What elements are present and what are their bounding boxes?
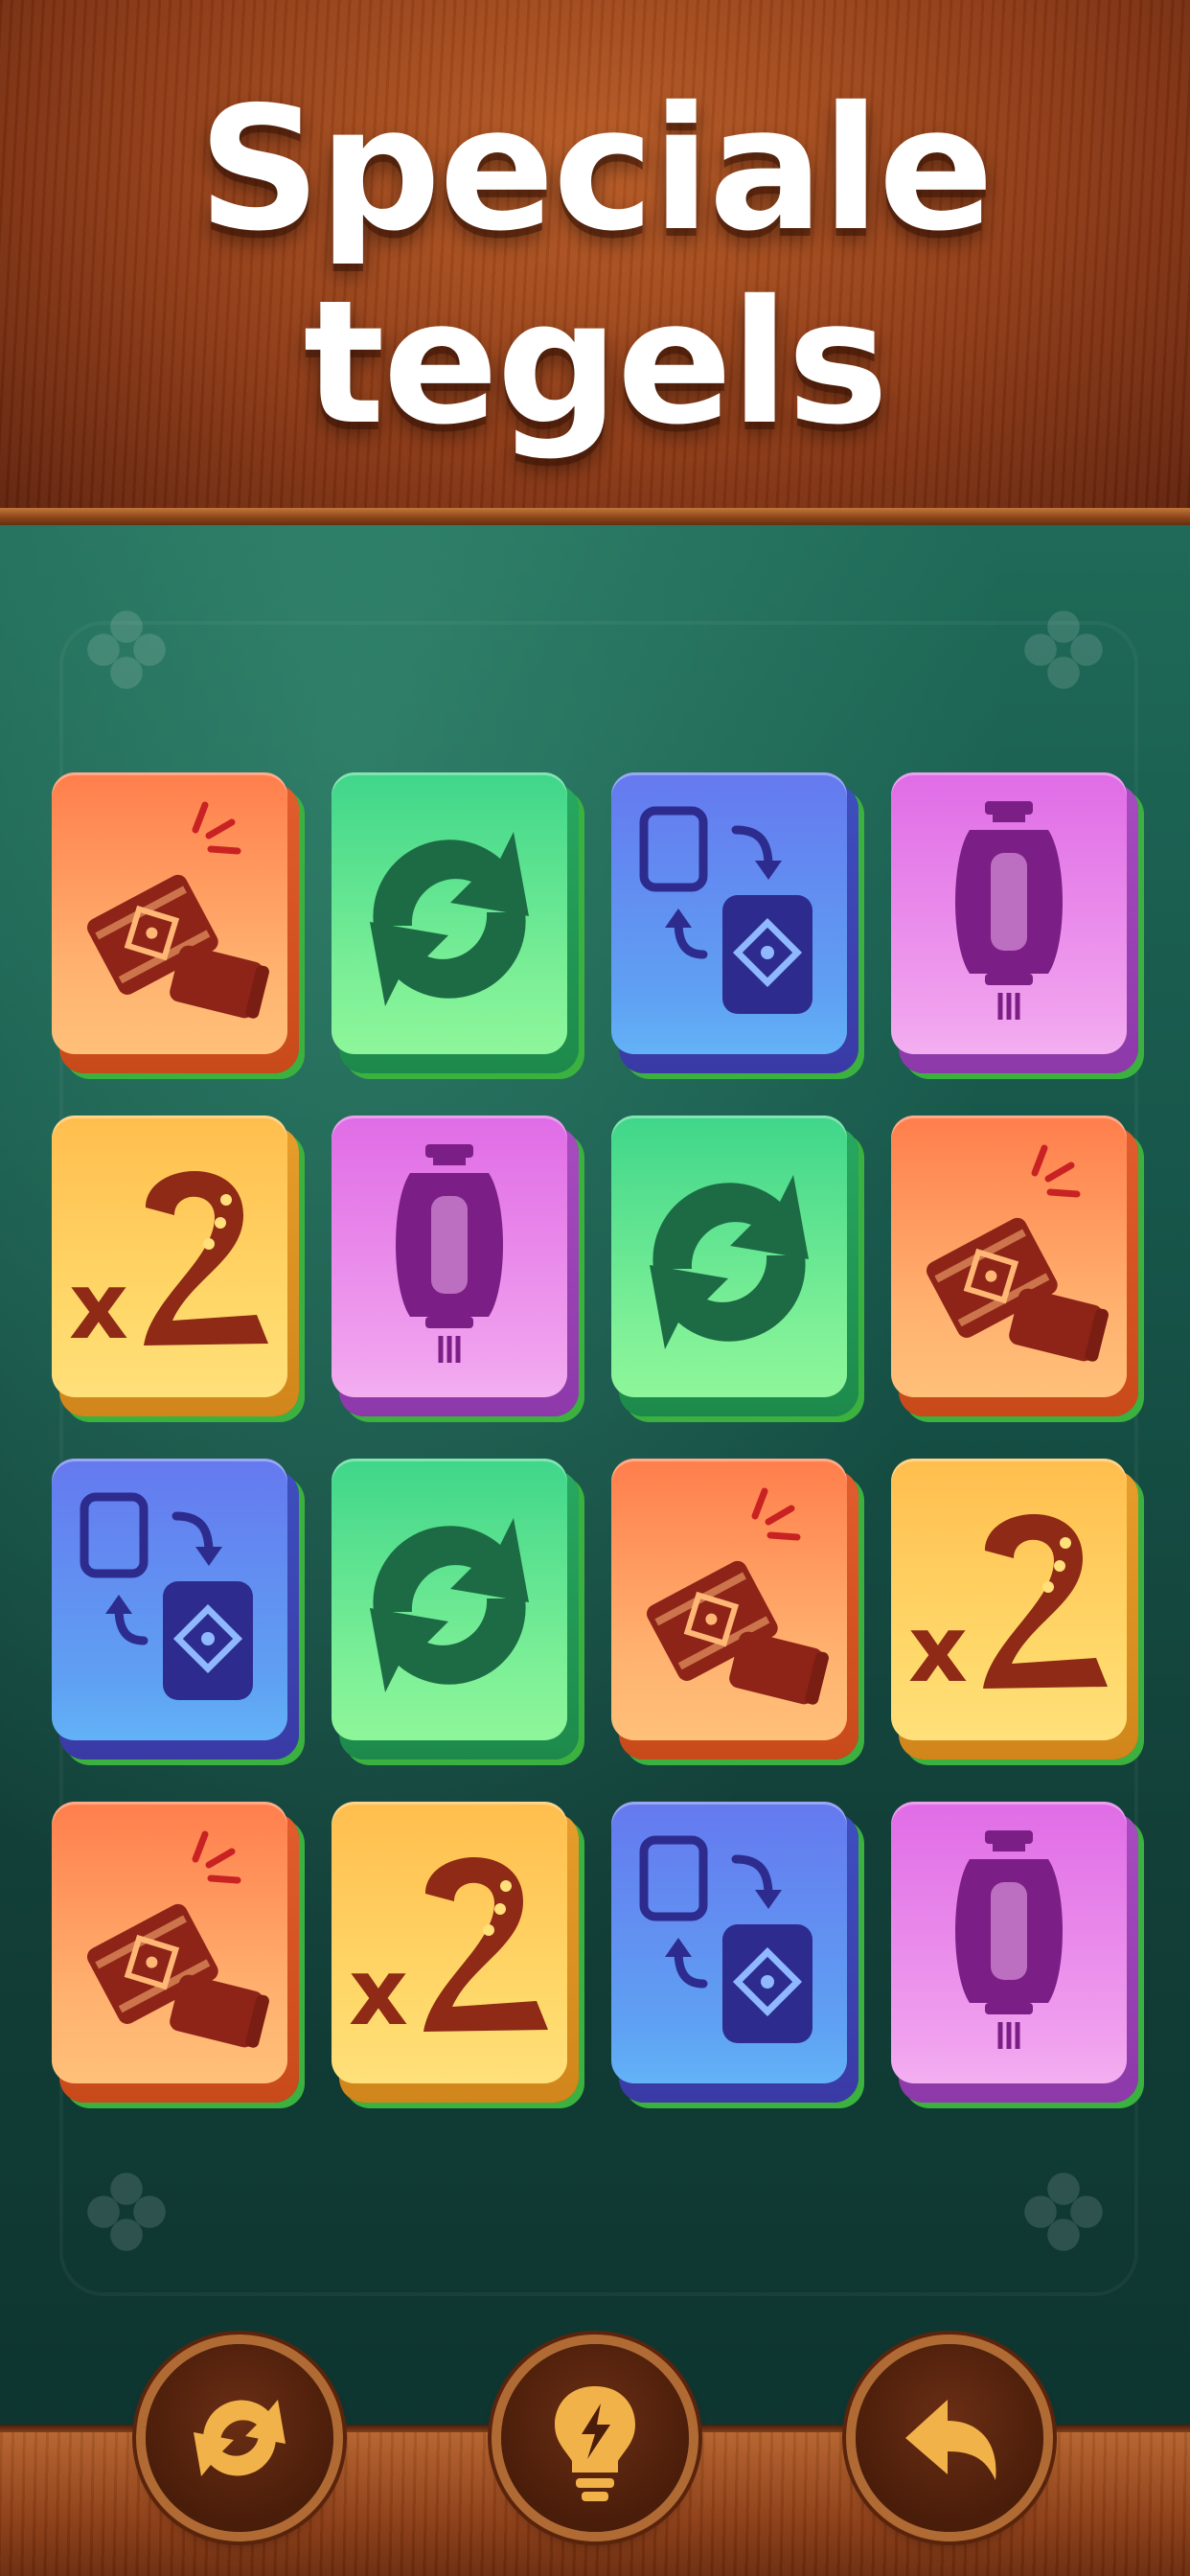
page-title-line1: Speciale xyxy=(197,70,995,268)
swap-icon xyxy=(639,1835,812,2043)
shuffle-button[interactable] xyxy=(146,2344,333,2532)
tile-swap[interactable] xyxy=(611,1802,858,2103)
tile-face xyxy=(332,1116,567,1397)
firecracker-icon xyxy=(86,1830,269,2048)
tile-firecracker[interactable] xyxy=(891,1116,1138,1416)
firecracker-icon xyxy=(646,1487,829,1705)
tile-lantern[interactable] xyxy=(332,1116,579,1416)
tile-x2[interactable]: x xyxy=(332,1802,579,2103)
tile-face xyxy=(332,772,567,1054)
tile-shuffle[interactable] xyxy=(611,1116,858,1416)
lantern-icon xyxy=(955,1830,1063,2049)
flower-ornament-icon xyxy=(87,610,166,689)
tile-face: x xyxy=(52,1116,287,1397)
swap-icon xyxy=(80,1492,253,1700)
shuffle-icon xyxy=(650,1175,809,1349)
svg-text:x: x xyxy=(349,1939,408,2046)
tile-face xyxy=(611,1459,847,1740)
tile-firecracker[interactable] xyxy=(52,772,299,1073)
tile-face xyxy=(52,1459,287,1740)
svg-text:x: x xyxy=(908,1596,968,1703)
tile-swap[interactable] xyxy=(52,1459,299,1760)
flower-ornament-icon xyxy=(87,2173,166,2251)
tile-face xyxy=(611,1116,847,1397)
shuffle-icon xyxy=(194,2400,286,2476)
lantern-icon xyxy=(396,1144,503,1363)
svg-text:x: x xyxy=(69,1253,128,1360)
tile-lantern[interactable] xyxy=(891,1802,1138,2103)
page-title-line2: tegels xyxy=(303,264,889,462)
x2-icon: x xyxy=(349,1857,548,2046)
flower-ornament-icon xyxy=(1024,2173,1103,2251)
tile-x2[interactable]: x xyxy=(52,1116,299,1416)
tile-lantern[interactable] xyxy=(891,772,1138,1073)
hint-button[interactable] xyxy=(501,2344,689,2532)
swap-icon xyxy=(639,806,812,1014)
x2-icon: x xyxy=(908,1514,1108,1703)
tile-face xyxy=(891,1116,1127,1397)
firecracker-icon xyxy=(926,1144,1109,1362)
firecracker-icon xyxy=(86,801,269,1019)
tile-swap[interactable] xyxy=(611,772,858,1073)
tile-firecracker[interactable] xyxy=(611,1459,858,1760)
flower-ornament-icon xyxy=(1024,610,1103,689)
tile-shuffle[interactable] xyxy=(332,772,579,1073)
header: Speciale tegels xyxy=(0,0,1190,525)
undo-icon xyxy=(905,2400,996,2480)
tile-face xyxy=(891,772,1127,1054)
tile-x2[interactable]: x xyxy=(891,1459,1138,1760)
tile-face xyxy=(332,1459,567,1740)
x2-icon: x xyxy=(69,1171,268,1360)
tile-face xyxy=(52,772,287,1054)
tile-face xyxy=(52,1802,287,2083)
shuffle-icon xyxy=(370,1518,529,1692)
lantern-icon xyxy=(955,801,1063,1020)
tile-firecracker[interactable] xyxy=(52,1802,299,2103)
tile-shuffle[interactable] xyxy=(332,1459,579,1760)
tile-face xyxy=(891,1802,1127,2083)
lightbulb-icon xyxy=(555,2386,635,2501)
tile-face: x xyxy=(891,1459,1127,1740)
tile-face xyxy=(611,772,847,1054)
tile-face xyxy=(611,1802,847,2083)
shuffle-icon xyxy=(370,832,529,1006)
undo-button[interactable] xyxy=(856,2344,1043,2532)
tile-face: x xyxy=(332,1802,567,2083)
